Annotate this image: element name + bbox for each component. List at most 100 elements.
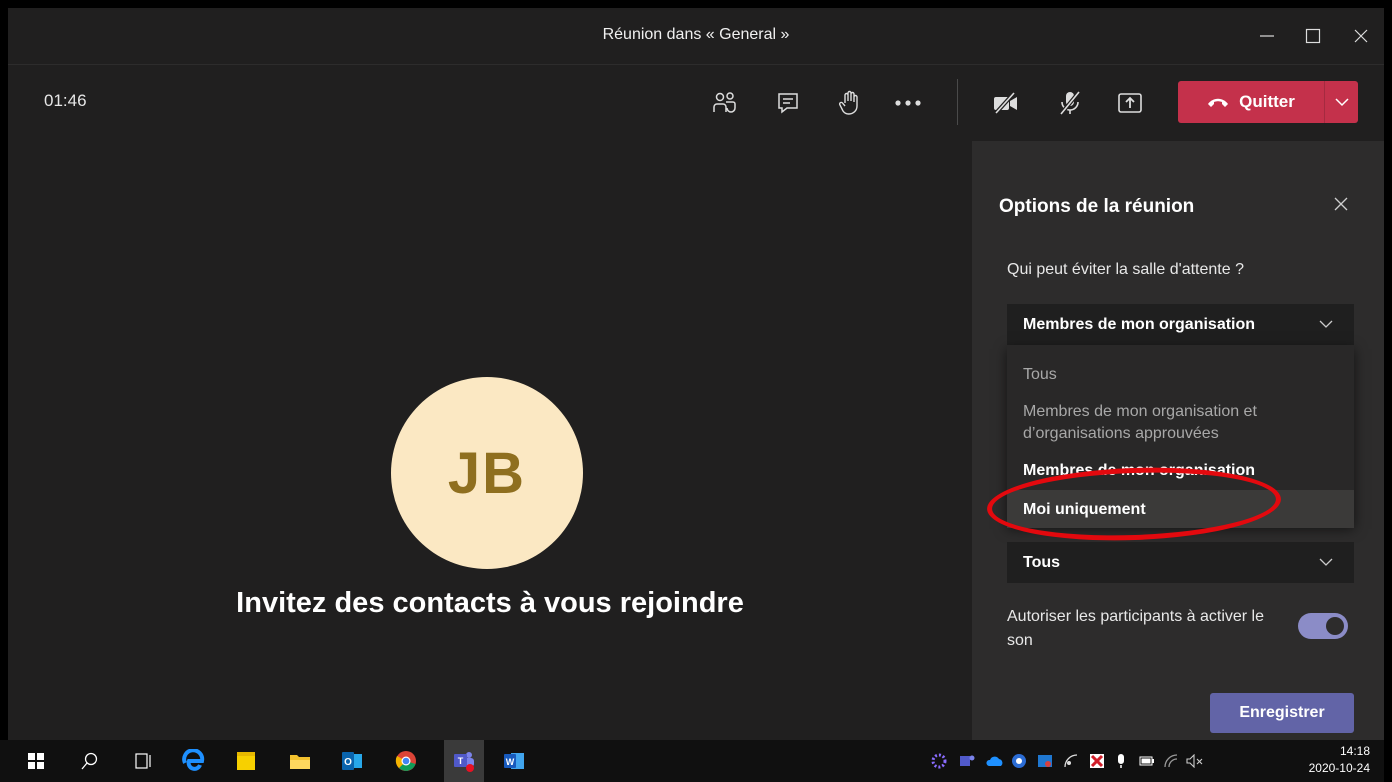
outlook-icon: O bbox=[342, 752, 362, 770]
option-org-and-approved[interactable]: Membres de mon organisation et d’organis… bbox=[1023, 401, 1323, 445]
edge-taskbar-button[interactable] bbox=[179, 747, 207, 775]
lobby-question-label: Qui peut éviter la salle d'attente ? bbox=[1007, 261, 1244, 278]
antivirus-icon bbox=[1090, 754, 1104, 768]
more-actions-button[interactable] bbox=[888, 83, 928, 123]
more-icon bbox=[895, 100, 921, 106]
cloud-icon bbox=[986, 756, 1003, 766]
tray-network-icon[interactable] bbox=[1060, 750, 1082, 772]
leave-button-group: Quitter bbox=[1178, 81, 1358, 123]
leave-options-button[interactable] bbox=[1325, 81, 1358, 123]
tray-wifi-icon[interactable] bbox=[1160, 750, 1182, 772]
teams-meeting-window: Réunion dans « General » 01:46 Quitter J… bbox=[8, 8, 1384, 740]
tray-volume-icon[interactable] bbox=[1184, 750, 1206, 772]
tray-microphone-icon[interactable] bbox=[1110, 750, 1132, 772]
chrome-icon bbox=[395, 751, 416, 771]
maximize-icon bbox=[1305, 28, 1321, 44]
tray-circle-app-icon[interactable] bbox=[1008, 750, 1030, 772]
word-icon: W bbox=[504, 753, 524, 769]
edge-icon bbox=[182, 749, 205, 771]
share-tray-icon bbox=[1118, 93, 1142, 113]
shield-icon bbox=[1038, 755, 1052, 767]
microphone-off-icon bbox=[1059, 90, 1081, 116]
allow-unmute-label: Autoriser les participants à activer le … bbox=[1007, 608, 1264, 649]
volume-muted-icon bbox=[1186, 754, 1203, 768]
chat-button[interactable] bbox=[768, 83, 808, 123]
invite-message: Invitez des contacts à vous rejoindre bbox=[236, 587, 744, 619]
participants-button[interactable] bbox=[705, 83, 745, 123]
raise-hand-button[interactable] bbox=[830, 83, 870, 123]
chevron-down-icon bbox=[1319, 320, 1333, 328]
outlook-taskbar-button[interactable]: O bbox=[338, 747, 366, 775]
search-button[interactable] bbox=[76, 747, 104, 775]
svg-text:O: O bbox=[344, 757, 352, 768]
satellite-icon bbox=[1064, 754, 1078, 768]
share-screen-button[interactable] bbox=[1110, 83, 1150, 123]
allow-unmute-toggle[interactable] bbox=[1298, 613, 1348, 639]
tray-battery-icon[interactable] bbox=[1136, 750, 1158, 772]
panel-title: Options de la réunion bbox=[999, 196, 1195, 217]
word-taskbar-button[interactable]: W bbox=[500, 747, 528, 775]
lobby-select-value: Membres de mon organisation bbox=[1023, 316, 1256, 333]
windows-taskbar: O T W 14:18 2020-10-24 bbox=[0, 740, 1392, 782]
tray-teams-icon[interactable] bbox=[956, 750, 978, 772]
windows-logo-icon bbox=[28, 753, 44, 769]
chevron-down-icon bbox=[1334, 98, 1349, 107]
tray-defender-icon[interactable] bbox=[1034, 750, 1056, 772]
close-panel-button[interactable] bbox=[1328, 191, 1354, 217]
tray-antivirus-icon[interactable] bbox=[1086, 750, 1108, 772]
sticky-notes-taskbar-button[interactable] bbox=[232, 747, 260, 775]
presenter-select-value: Tous bbox=[1023, 554, 1061, 571]
title-bar: Réunion dans « General » bbox=[8, 8, 1384, 63]
file-explorer-taskbar-button[interactable] bbox=[286, 747, 314, 775]
clock-time: 14:18 bbox=[1339, 744, 1370, 758]
search-icon bbox=[81, 752, 98, 770]
maximize-button[interactable] bbox=[1290, 18, 1336, 54]
settings-sun-icon bbox=[931, 753, 947, 769]
presenter-select[interactable]: Tous bbox=[1007, 542, 1354, 583]
close-icon bbox=[1354, 29, 1368, 43]
taskbar-clock[interactable]: 14:18 2020-10-24 bbox=[1296, 743, 1370, 777]
toggle-knob bbox=[1326, 617, 1344, 635]
sticky-notes-icon bbox=[237, 752, 255, 770]
people-icon bbox=[713, 92, 736, 113]
svg-text:W: W bbox=[506, 757, 515, 767]
close-icon bbox=[1334, 197, 1348, 211]
hang-up-icon bbox=[1208, 98, 1229, 107]
teams-icon: T bbox=[454, 752, 474, 772]
minimize-icon bbox=[1260, 35, 1274, 37]
microphone-toggle-button[interactable] bbox=[1050, 83, 1090, 123]
minimize-button[interactable] bbox=[1244, 18, 1290, 54]
tray-gear-flower-icon[interactable] bbox=[928, 750, 950, 772]
chevron-down-icon bbox=[1319, 558, 1333, 566]
leave-button-label: Quitter bbox=[1239, 92, 1295, 111]
meeting-timer: 01:46 bbox=[44, 91, 87, 110]
meeting-stage: JB Invitez des contacts à vous rejoindre bbox=[8, 141, 972, 740]
save-button[interactable]: Enregistrer bbox=[1210, 693, 1354, 733]
camera-off-icon bbox=[994, 91, 1017, 115]
avatar: JB bbox=[391, 377, 583, 569]
microphone-icon bbox=[1118, 754, 1124, 768]
meeting-options-panel: Options de la réunion Qui peut éviter la… bbox=[972, 141, 1384, 740]
show-desktop-strip[interactable] bbox=[1384, 0, 1392, 782]
window-title: Réunion dans « General » bbox=[602, 26, 790, 43]
leave-button[interactable]: Quitter bbox=[1178, 81, 1324, 123]
wifi-icon bbox=[1164, 754, 1178, 768]
app-circle-icon bbox=[1012, 754, 1026, 768]
close-window-button[interactable] bbox=[1338, 18, 1384, 54]
lobby-bypass-select[interactable]: Membres de mon organisation bbox=[1007, 304, 1354, 345]
option-everyone[interactable]: Tous bbox=[1023, 364, 1057, 386]
meeting-toolbar: 01:46 Quitter bbox=[8, 64, 1384, 141]
toolbar-divider bbox=[957, 79, 958, 125]
chrome-taskbar-button[interactable] bbox=[392, 747, 420, 775]
camera-toggle-button[interactable] bbox=[986, 83, 1026, 123]
task-view-button[interactable] bbox=[130, 747, 158, 775]
task-view-icon bbox=[135, 753, 151, 769]
clock-date: 2020-10-24 bbox=[1308, 761, 1370, 775]
teams-taskbar-button[interactable]: T bbox=[444, 740, 484, 782]
start-button[interactable] bbox=[22, 747, 50, 775]
tray-onedrive-icon[interactable] bbox=[984, 750, 1006, 772]
teams-icon bbox=[960, 755, 975, 766]
folder-icon bbox=[290, 755, 310, 769]
hand-icon bbox=[838, 90, 858, 115]
battery-icon bbox=[1139, 756, 1154, 766]
